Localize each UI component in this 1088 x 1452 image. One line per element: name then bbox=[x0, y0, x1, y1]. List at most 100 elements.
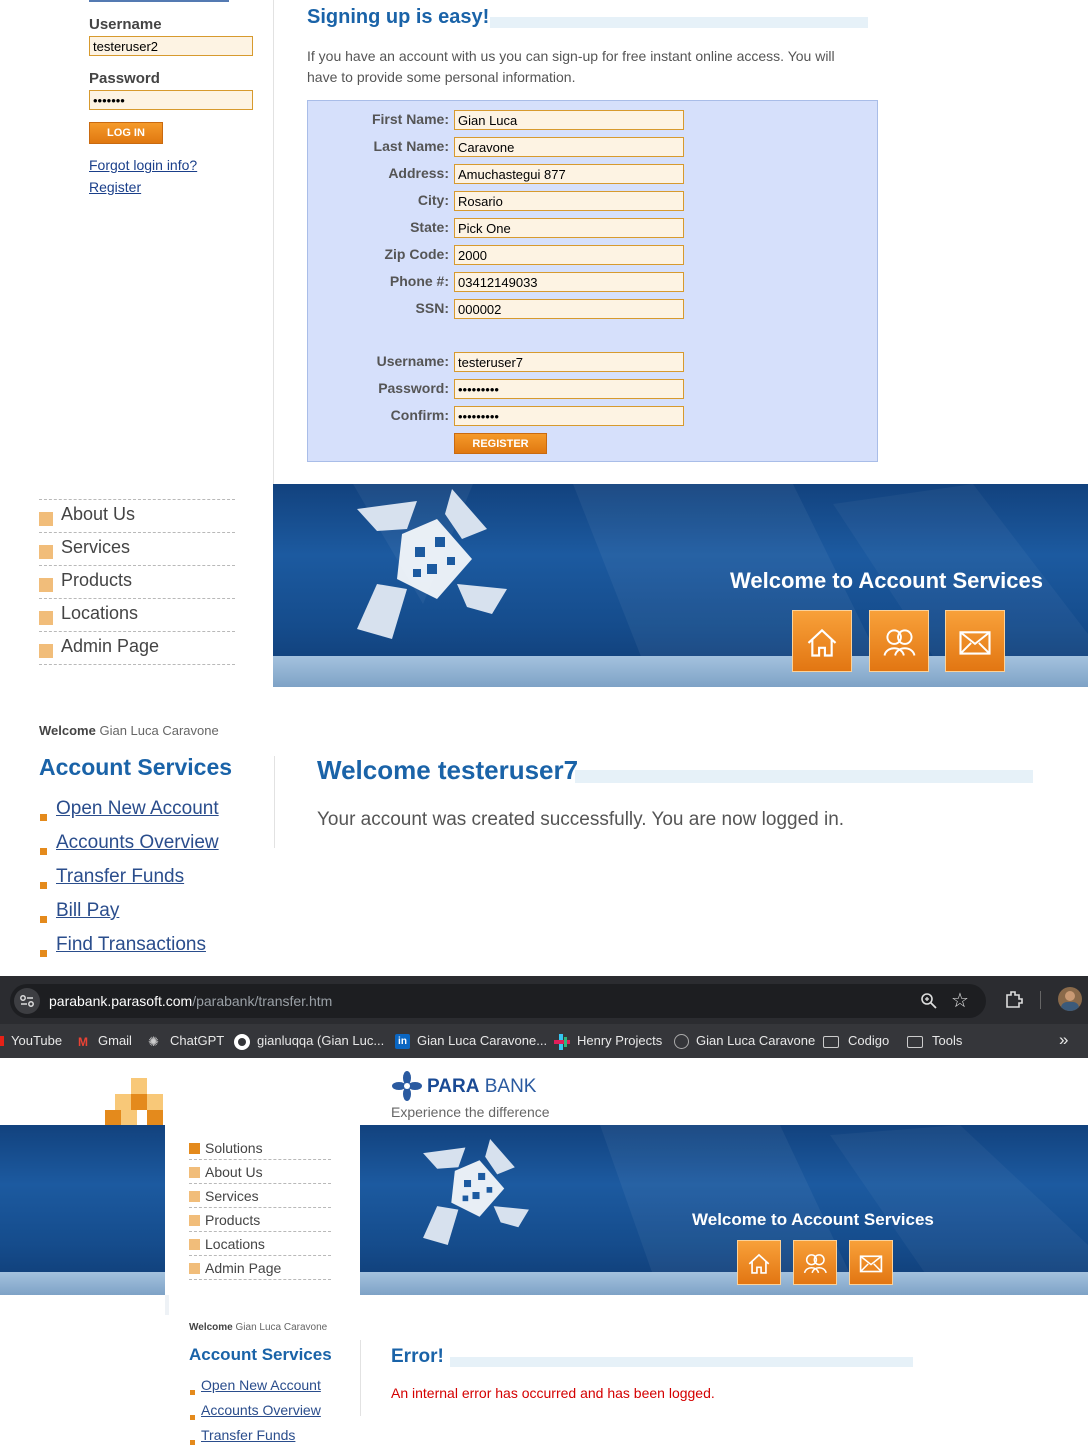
menu-label: Admin Page bbox=[205, 1260, 282, 1276]
menu-item-about-us[interactable]: About Us bbox=[39, 500, 235, 533]
youtube-icon bbox=[0, 1036, 4, 1046]
transfer-funds-link[interactable]: Transfer Funds bbox=[56, 866, 184, 888]
welcome-prefix: Welcome bbox=[39, 723, 96, 738]
new-username-input[interactable] bbox=[454, 352, 684, 372]
first-name-input[interactable] bbox=[454, 110, 684, 130]
signup-intro: If you have an account with us you can s… bbox=[307, 48, 835, 85]
last-name-input[interactable] bbox=[454, 137, 684, 157]
open-new-account-link[interactable]: Open New Account bbox=[201, 1377, 321, 1393]
bookmark-linkedin[interactable]: Gian Luca Caravone... bbox=[417, 1033, 547, 1048]
folder-icon bbox=[907, 1036, 923, 1048]
menu-item-solutions[interactable]: Solutions bbox=[39, 484, 235, 500]
ssn-input[interactable] bbox=[454, 299, 684, 319]
welcome-title: Welcome testeruser7 bbox=[317, 755, 579, 785]
register-button[interactable]: REGISTER bbox=[454, 433, 547, 454]
zip-code-label: Zip Code: bbox=[384, 246, 449, 262]
banner-welcome-text: Welcome to Account Services bbox=[692, 1210, 934, 1229]
login-button[interactable]: LOG IN bbox=[89, 122, 163, 144]
parabank-flower-icon bbox=[392, 1071, 422, 1101]
menu-item-products[interactable]: Products bbox=[39, 566, 235, 599]
menu-bullet bbox=[189, 1263, 200, 1274]
bookmark-folder-tools[interactable]: Tools bbox=[932, 1033, 962, 1048]
menu-item-products[interactable]: Products bbox=[189, 1208, 331, 1232]
menu-item-about-us[interactable]: About Us bbox=[189, 1160, 331, 1184]
ssn-label: SSN: bbox=[415, 300, 449, 316]
slack-icon bbox=[554, 1034, 570, 1050]
menu-item-admin-page[interactable]: Admin Page bbox=[189, 1256, 331, 1280]
menu-label: Locations bbox=[205, 1236, 265, 1252]
left-banner-strip bbox=[0, 1125, 165, 1295]
error-title: Error! bbox=[391, 1346, 444, 1367]
menu-item-services[interactable]: Services bbox=[39, 533, 235, 566]
welcome-name: Gian Luca Caravone bbox=[99, 723, 219, 738]
parabank-brand: PARA BANK bbox=[427, 1076, 536, 1098]
register-link[interactable]: Register bbox=[89, 179, 141, 195]
menu-label: Solutions bbox=[61, 484, 135, 487]
menu-label: Solutions bbox=[205, 1140, 263, 1156]
url-text[interactable]: parabank.parasoft.com/parabank/transfer.… bbox=[49, 993, 332, 1009]
bookmark-chatgpt[interactable]: ChatGPT bbox=[170, 1033, 224, 1048]
address-input[interactable] bbox=[454, 164, 684, 184]
header-banner: Welcome to Account Services bbox=[273, 484, 1088, 687]
accounts-overview-link[interactable]: Accounts Overview bbox=[201, 1402, 321, 1418]
username-input[interactable] bbox=[89, 36, 253, 56]
contact-icon[interactable] bbox=[849, 1240, 893, 1285]
bookmark-gian-luca-caravone[interactable]: Gian Luca Caravone bbox=[696, 1033, 815, 1048]
menu-bullet bbox=[39, 644, 53, 658]
menu-item-admin-page[interactable]: Admin Page bbox=[39, 632, 235, 665]
zip-code-input[interactable] bbox=[454, 245, 684, 265]
account-services-title: Account Services bbox=[189, 1345, 332, 1364]
customer-login-heading-cut bbox=[89, 0, 229, 2]
title-underline bbox=[575, 770, 1033, 783]
phone-input[interactable] bbox=[454, 272, 684, 292]
about-icon[interactable] bbox=[869, 610, 929, 672]
confirm-input[interactable] bbox=[454, 406, 684, 426]
url-path: /parabank/transfer.htm bbox=[192, 993, 333, 1009]
bookmark-github[interactable]: gianluqqa (Gian Luc... bbox=[257, 1033, 384, 1048]
find-transactions-link[interactable]: Find Transactions bbox=[56, 934, 206, 956]
url-domain: parabank.parasoft.com bbox=[49, 993, 193, 1009]
new-password-label: Password: bbox=[378, 380, 449, 396]
first-name-label: First Name: bbox=[371, 111, 449, 127]
menu-item-services[interactable]: Services bbox=[189, 1184, 331, 1208]
home-icon[interactable] bbox=[737, 1240, 781, 1285]
username-label: Username bbox=[89, 16, 162, 33]
password-input[interactable] bbox=[89, 90, 253, 110]
extensions-icon[interactable] bbox=[1003, 988, 1025, 1010]
menu-bullet bbox=[189, 1239, 200, 1250]
banner-logo-icon bbox=[423, 1139, 529, 1245]
site-info-icon[interactable] bbox=[14, 988, 40, 1014]
menu-label: Locations bbox=[61, 603, 139, 623]
menu-item-locations[interactable]: Locations bbox=[39, 599, 235, 632]
open-new-account-link[interactable]: Open New Account bbox=[56, 798, 219, 820]
column-divider bbox=[273, 0, 274, 484]
browser-chrome: parabank.parasoft.com/parabank/transfer.… bbox=[0, 976, 1088, 1058]
bookmark-henry-projects[interactable]: Henry Projects bbox=[577, 1033, 662, 1048]
menu-item-solutions[interactable]: Solutions bbox=[189, 1138, 331, 1160]
more-bookmarks-icon[interactable]: » bbox=[1059, 1030, 1068, 1050]
state-label: State: bbox=[410, 219, 449, 235]
bookmark-star-icon[interactable]: ☆ bbox=[951, 988, 969, 1013]
brand-tagline: Experience the difference bbox=[391, 1104, 550, 1120]
account-services-title: Account Services bbox=[39, 754, 233, 780]
bookmark-folder-codigo[interactable]: Codigo bbox=[848, 1033, 889, 1048]
transfer-funds-link[interactable]: Transfer Funds bbox=[201, 1427, 295, 1443]
menu-item-locations[interactable]: Locations bbox=[189, 1232, 331, 1256]
city-input[interactable] bbox=[454, 191, 684, 211]
accounts-overview-link[interactable]: Accounts Overview bbox=[56, 832, 219, 854]
parabank-squares-logo bbox=[105, 1078, 165, 1126]
address-bar[interactable]: parabank.parasoft.com/parabank/transfer.… bbox=[10, 984, 986, 1018]
contact-icon[interactable] bbox=[945, 610, 1005, 672]
zoom-icon[interactable] bbox=[920, 992, 938, 1010]
home-icon[interactable] bbox=[792, 610, 852, 672]
bookmark-youtube[interactable]: YouTube bbox=[11, 1033, 62, 1048]
state-input[interactable] bbox=[454, 218, 684, 238]
forgot-login-link[interactable]: Forgot login info? bbox=[89, 157, 197, 173]
new-password-input[interactable] bbox=[454, 379, 684, 399]
profile-avatar[interactable] bbox=[1058, 987, 1082, 1011]
bill-pay-link[interactable]: Bill Pay bbox=[56, 900, 119, 922]
success-message: Your account was created successfully. Y… bbox=[317, 809, 845, 830]
new-username-label: Username: bbox=[376, 353, 449, 369]
about-icon[interactable] bbox=[793, 1240, 837, 1285]
bookmark-gmail[interactable]: Gmail bbox=[98, 1033, 132, 1048]
